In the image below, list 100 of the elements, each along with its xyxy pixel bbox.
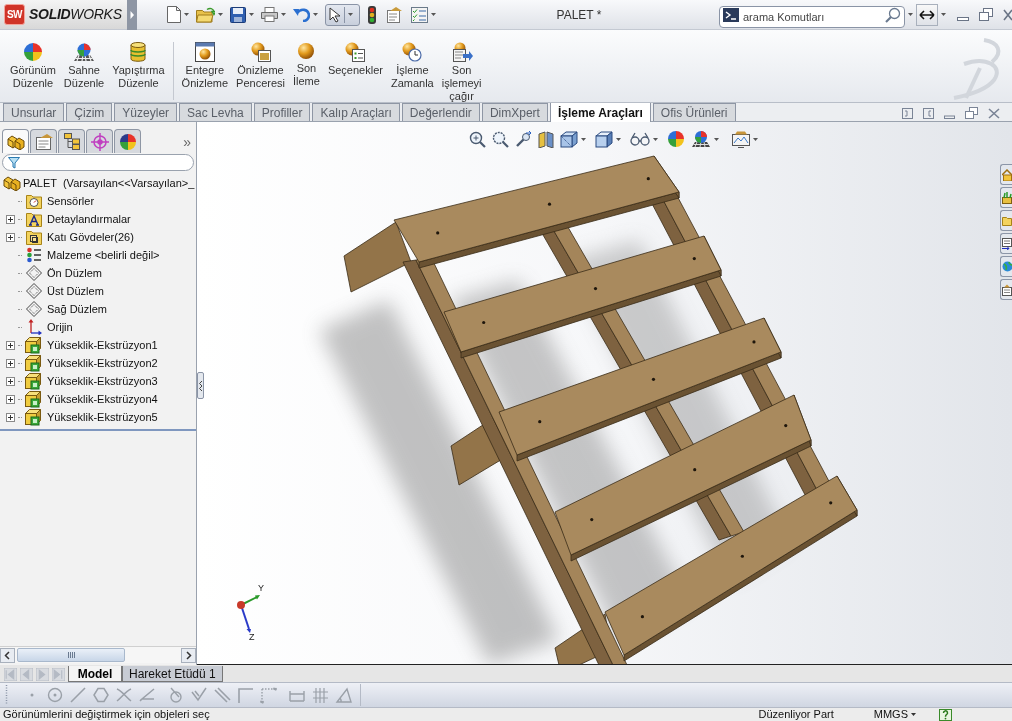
- command-tab[interactable]: Yüzeyler: [114, 103, 178, 121]
- dotted-rectangle-icon[interactable]: [260, 686, 277, 704]
- panel-tab[interactable]: [58, 129, 85, 153]
- undo-icon[interactable]: [293, 7, 310, 22]
- caret-icon[interactable]: [218, 13, 223, 16]
- panel-tab[interactable]: [30, 129, 57, 153]
- collapse-handle-icon[interactable]: [197, 372, 204, 399]
- tree-item-label[interactable]: Yükseklik-Ekstrüzyon2: [47, 354, 158, 372]
- tree-item-label[interactable]: Yükseklik-Ekstrüzyon1: [47, 336, 158, 354]
- tree-item-label[interactable]: Yükseklik-Ekstrüzyon5: [47, 408, 158, 426]
- command-tab[interactable]: Unsurlar: [3, 103, 65, 121]
- printer-icon[interactable]: [261, 7, 278, 22]
- tree-item-label[interactable]: Sağ Düzlem: [47, 300, 107, 318]
- ribbon-button[interactable]: Sahne Düzenle: [61, 42, 107, 90]
- monitor-settings-icon[interactable]: [732, 130, 750, 148]
- expand-icon[interactable]: [6, 358, 15, 368]
- ribbon-button[interactable]: Seçenekler: [325, 42, 385, 77]
- view-orientation-icon[interactable]: [560, 130, 578, 148]
- graphics-viewport[interactable]: Y Z: [197, 122, 1012, 665]
- expand-icon[interactable]: [6, 232, 15, 242]
- traffic-light-icon[interactable]: [368, 5, 376, 24]
- caret-icon[interactable]: [249, 13, 254, 16]
- tree-item-label[interactable]: Üst Düzlem: [47, 282, 104, 300]
- task-pane-tab[interactable]: [1000, 233, 1012, 254]
- task-pane-tab[interactable]: [1000, 187, 1012, 208]
- expand-icon[interactable]: [6, 214, 15, 224]
- panel-tab[interactable]: [2, 129, 29, 153]
- tree-item-label[interactable]: Sensörler: [47, 192, 95, 210]
- zoom-area-icon[interactable]: [492, 130, 509, 148]
- options-icon[interactable]: [386, 6, 403, 23]
- tree-item-label[interactable]: PALET (Varsayılan<<Varsayılan>_: [23, 174, 195, 192]
- panel-tab[interactable]: [86, 129, 113, 153]
- search-field[interactable]: arama Komutları: [719, 5, 905, 28]
- command-tab[interactable]: Değerlendir: [401, 103, 480, 121]
- tree-item-label[interactable]: Ön Düzlem: [47, 264, 103, 282]
- caret-icon[interactable]: [753, 137, 758, 141]
- more-tabs-button[interactable]: »: [183, 135, 191, 149]
- scroll-left-icon[interactable]: [0, 647, 15, 663]
- tree-item-label[interactable]: Yükseklik-Ekstrüzyon4: [47, 390, 158, 408]
- scene-ball-icon[interactable]: [691, 130, 711, 148]
- previous-view-icon[interactable]: [515, 130, 532, 148]
- glasses-icon[interactable]: [630, 132, 650, 146]
- caret-icon[interactable]: [941, 13, 946, 16]
- search-icon[interactable]: [885, 6, 901, 23]
- tile-right-icon[interactable]: [923, 107, 934, 119]
- expand-icon[interactable]: [6, 412, 15, 422]
- expand-icon[interactable]: [6, 340, 15, 350]
- command-tab[interactable]: DimXpert: [481, 103, 548, 121]
- save-icon[interactable]: [230, 6, 246, 23]
- appearance-ball-icon[interactable]: [667, 130, 685, 148]
- tree-item-label[interactable]: Detaylandırmalar: [47, 210, 131, 228]
- zoom-to-fit-icon[interactable]: [469, 130, 486, 148]
- tree-item-label[interactable]: Orijin: [47, 318, 73, 336]
- caret-icon[interactable]: [653, 137, 658, 141]
- bottom-tab[interactable]: Model: [68, 666, 122, 682]
- tile-left-icon[interactable]: [902, 107, 913, 119]
- caret-icon[interactable]: [616, 137, 621, 141]
- command-tab[interactable]: Çizim: [66, 103, 113, 121]
- scroll-right-icon[interactable]: [181, 647, 196, 663]
- new-document-icon[interactable]: [167, 6, 181, 23]
- arrows-button[interactable]: [916, 3, 938, 26]
- restore-icon[interactable]: [979, 8, 993, 21]
- panel-tab[interactable]: [114, 129, 141, 153]
- ribbon-button[interactable]: Önizleme Penceresi: [234, 42, 287, 90]
- filter-icon[interactable]: [8, 156, 20, 169]
- caret-icon[interactable]: [908, 13, 913, 16]
- horizontal-scrollbar[interactable]: [0, 646, 196, 663]
- display-style-icon[interactable]: [595, 130, 613, 148]
- ribbon-button[interactable]: Son işlemeyi çağır: [439, 42, 484, 103]
- tree-item-label[interactable]: Katı Gövdeler(26): [47, 228, 134, 246]
- command-tab[interactable]: Profiller: [253, 103, 311, 121]
- close-icon[interactable]: [988, 107, 1000, 119]
- scrollbar-thumb[interactable]: [17, 648, 125, 662]
- ribbon-button[interactable]: Görünüm Düzenle: [8, 42, 58, 90]
- tree-item-label[interactable]: Yükseklik-Ekstrüzyon3: [47, 372, 158, 390]
- command-tab[interactable]: Sac Levha: [179, 103, 252, 121]
- expand-icon[interactable]: [6, 376, 15, 386]
- select-button[interactable]: [325, 3, 360, 26]
- ribbon-button[interactable]: Entegre Önizleme: [179, 42, 231, 90]
- caret-icon[interactable]: [581, 137, 586, 141]
- folder-icon[interactable]: [196, 6, 215, 23]
- ribbon-button[interactable]: Son İleme: [291, 42, 322, 88]
- bottom-tab[interactable]: Hareket Etüdü 1: [122, 666, 223, 682]
- toolbar-grip-icon[interactable]: [5, 685, 8, 705]
- task-pane-tab[interactable]: [1000, 279, 1012, 300]
- caret-icon[interactable]: [313, 13, 318, 16]
- ribbon-button[interactable]: İşleme Zamanla: [388, 42, 436, 90]
- ribbon-button[interactable]: Yapıştırma Düzenle: [110, 42, 167, 90]
- caret-icon[interactable]: [911, 713, 916, 716]
- restore-icon[interactable]: [965, 107, 978, 119]
- caret-icon[interactable]: [184, 13, 189, 16]
- caret-icon[interactable]: [281, 13, 286, 16]
- checklist-icon[interactable]: [411, 6, 428, 23]
- command-tab[interactable]: Kalıp Araçları: [312, 103, 400, 121]
- caret-icon[interactable]: [348, 13, 353, 16]
- close-icon[interactable]: [1003, 8, 1012, 21]
- tree-item-label[interactable]: Malzeme <belirli değil>: [47, 246, 160, 264]
- command-tab[interactable]: İşleme Araçları: [549, 102, 651, 122]
- units-selector[interactable]: MMGS: [873, 708, 919, 721]
- section-view-icon[interactable]: [538, 130, 554, 148]
